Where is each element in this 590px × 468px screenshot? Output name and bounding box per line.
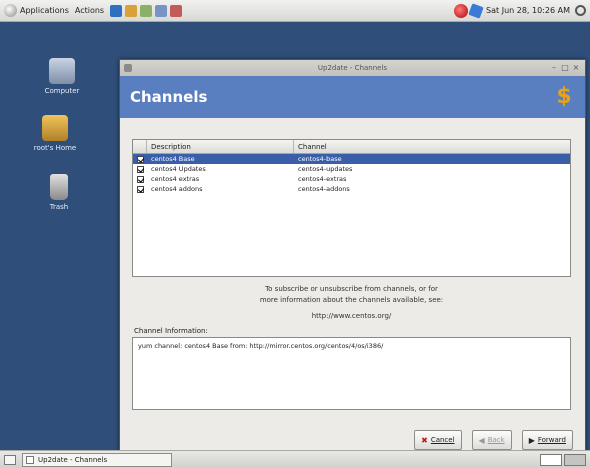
channel-description: centos4 Updates [151,165,206,173]
channel-info-textarea[interactable]: yum channel: centos4 Base from: http://m… [132,337,571,410]
close-icon[interactable]: × [571,63,581,73]
channel-name: centos4-updates [298,165,353,173]
list-rows: centos4 Base centos4-base centos4 Update… [133,154,570,194]
cancel-icon: ✖ [421,435,428,445]
back-button-label: Back [487,436,505,444]
column-header-channel[interactable]: Channel [294,140,570,153]
workspace-2[interactable] [564,453,586,466]
list-header: Description Channel [133,140,570,154]
top-panel: Applications Actions Sat Jun 28, 10:26 A… [0,0,590,22]
info-line: more information about the channels avai… [259,296,444,304]
channel-description: centos4 Base [151,155,195,163]
browser-launcher-icon[interactable] [110,4,123,17]
channel-name: centos4-extras [298,175,347,183]
taskbar-item[interactable]: Up2date - Channels [22,452,172,467]
update-notifier-icon[interactable] [454,3,469,18]
minimize-icon[interactable]: – [549,63,559,73]
gnome-foot-icon [4,4,17,17]
forward-button[interactable]: ▶ Forward [521,430,573,450]
channel-row[interactable]: centos4 Updates centos4-updates [133,164,570,174]
workspace-1[interactable] [540,453,562,466]
cancel-button-label: Cancel [430,436,455,444]
applications-menu[interactable]: Applications [4,4,69,17]
power-icon[interactable] [575,5,586,16]
computer-icon [49,58,75,84]
channel-checkbox[interactable] [136,175,144,183]
workspace-switcher [538,453,586,466]
panel-tray: Sat Jun 28, 10:26 AM [454,2,586,19]
info-url-link[interactable]: http://www.centos.org/ [132,311,571,322]
channel-info-text: yum channel: centos4 Base from: http://m… [138,342,384,350]
channel-description: centos4 addons [151,185,203,193]
channel-checkbox[interactable] [136,185,144,193]
spreadsheet-launcher-icon[interactable] [170,4,183,17]
clock[interactable]: Sat Jun 28, 10:26 AM [486,6,570,15]
channel-row[interactable]: centos4 extras centos4-extras [133,174,570,184]
desktop: Computer root's Home Trash Up2date - Cha… [0,22,590,463]
window-title: Up2date - Channels [317,64,388,72]
home-folder-icon [42,115,68,141]
up2date-logo-icon: $ [556,84,572,109]
cancel-button[interactable]: ✖ Cancel [414,430,462,450]
column-header-check[interactable] [133,140,147,153]
channel-info-label: Channel Information: [134,327,208,335]
email-launcher-icon[interactable] [125,4,138,17]
forward-arrow-icon: ▶ [528,435,535,445]
window-icon [26,455,34,464]
desktop-icon-computer[interactable]: Computer [35,58,89,95]
window-menu-icon[interactable] [124,64,132,72]
header-band: Channels $ [120,76,585,118]
desktop-icon-label: root's Home [33,144,77,152]
up2date-window: Up2date - Channels – □ × Channels $ Desc… [119,59,586,463]
info-line: To subscribe or unsubscribe from channel… [265,285,438,293]
info-text: To subscribe or unsubscribe from channel… [132,284,571,322]
channel-name: centos4-addons [298,185,350,193]
forward-button-label: Forward [537,436,566,444]
channel-row[interactable]: centos4 Base centos4-base [133,154,570,164]
presentation-launcher-icon[interactable] [155,4,168,17]
trash-icon [50,174,68,200]
actions-menu-label: Actions [74,6,105,15]
column-header-description[interactable]: Description [147,140,294,153]
applications-menu-label: Applications [20,6,69,15]
channel-checkbox[interactable] [136,155,144,163]
back-arrow-icon: ◀ [478,435,485,445]
office-launcher-icon[interactable] [140,4,153,17]
desktop-icon-trash[interactable]: Trash [32,174,86,211]
desktop-icon-label: Computer [44,87,80,95]
channel-description: centos4 extras [151,175,200,183]
desktop-icon-home[interactable]: root's Home [28,115,82,152]
window-controls: – □ × [548,63,581,73]
channel-row[interactable]: centos4 addons centos4-addons [133,184,570,194]
network-icon[interactable] [468,2,484,19]
maximize-icon[interactable]: □ [560,63,570,73]
channel-checkbox[interactable] [136,165,144,173]
screen: Applications Actions Sat Jun 28, 10:26 A… [0,0,590,468]
window-titlebar[interactable]: Up2date - Channels – □ × [120,60,585,76]
bottom-panel: Up2date - Channels [0,450,590,468]
actions-menu[interactable]: Actions [75,6,104,15]
desktop-icon-label: Trash [49,203,69,211]
page-title: Channels [130,88,208,106]
show-desktop-icon[interactable] [4,454,16,465]
channel-name: centos4-base [298,155,342,163]
back-button[interactable]: ◀ Back [471,430,512,450]
taskbar-item-label: Up2date - Channels [38,455,108,464]
channel-list[interactable]: Description Channel centos4 Base centos4… [132,139,571,277]
button-row: ✖ Cancel ◀ Back ▶ Forward [404,430,573,450]
